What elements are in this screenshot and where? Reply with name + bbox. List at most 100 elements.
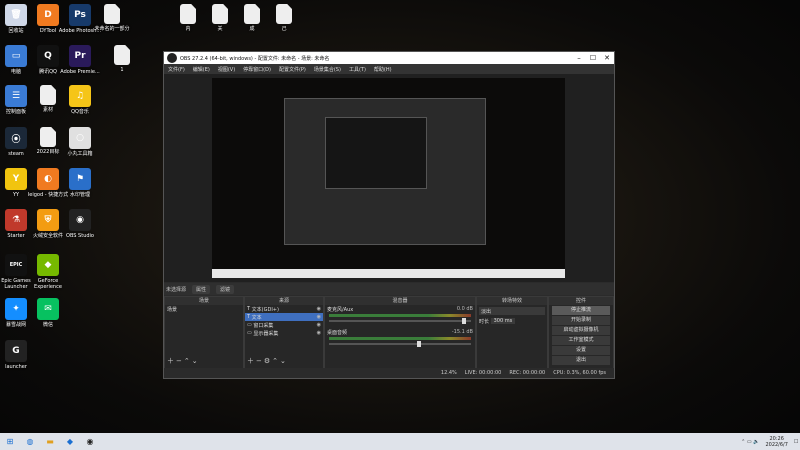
exit-button[interactable]: 退出 xyxy=(552,356,610,365)
mixer-title: 混音器 xyxy=(325,297,475,305)
preview-canvas xyxy=(212,78,565,278)
maximize-icon[interactable]: ☐ xyxy=(586,54,600,62)
app-icon: G xyxy=(5,340,27,362)
file-icon xyxy=(276,4,292,24)
scene-controls[interactable]: ＋−⌃⌄ xyxy=(167,356,200,366)
source-label: 显示器采集 xyxy=(253,330,279,337)
desktop-icon-label: 微信 xyxy=(42,322,53,328)
rec-time: REC: 00:00:00 xyxy=(509,370,546,376)
filters-button[interactable]: 滤镜 xyxy=(216,284,235,294)
text-icon: T xyxy=(247,314,251,320)
volume-icon[interactable]: 🔈 xyxy=(753,439,759,445)
minimize-icon[interactable]: – xyxy=(572,54,586,62)
scenes-title: 场景 xyxy=(165,297,243,305)
controls-dock: 控件 停止推流 开始录制 启动虚拟摄像机 工作室模式 设置 退出 xyxy=(548,296,614,369)
source-label: 文本(GDI+) xyxy=(251,306,279,313)
desktop-icon-label: 水印管理 xyxy=(69,192,90,198)
scene-item[interactable]: 场景 xyxy=(165,305,243,313)
virtual-camera-button[interactable]: 启动虚拟摄像机 xyxy=(552,326,610,335)
taskbar: ⊞ ◍ ▬ ◆ ◉ ⌃ ▭ 🔈 20:26 2022/6/7 ☐ xyxy=(0,433,800,450)
desktop-icon-label: QQ音乐 xyxy=(71,109,89,115)
file-icon xyxy=(180,4,196,24)
menu-tools[interactable]: 工具(T) xyxy=(345,66,370,73)
obs-logo-icon xyxy=(167,53,177,63)
no-source-label: 未选择源 xyxy=(166,286,187,293)
volume-slider[interactable] xyxy=(329,341,471,347)
start-icon[interactable]: ⊞ xyxy=(4,436,16,448)
source-item[interactable]: T 文本 ◉ xyxy=(245,313,323,321)
source-controls[interactable]: ＋−⚙⌃⌄ xyxy=(247,356,288,366)
desktop-icon[interactable]: ○ 小丸工具箱 xyxy=(56,127,104,157)
app-icon: ◉ xyxy=(69,209,91,231)
app-icon: ○ xyxy=(69,127,91,149)
start-recording-button[interactable]: 开始录制 xyxy=(552,316,610,325)
menu-help[interactable]: 帮助(H) xyxy=(370,66,396,73)
desktop-icon-label: 1 xyxy=(120,67,124,73)
desktop-icon[interactable]: ⚑ 水印管理 xyxy=(56,168,104,198)
app-icon: ◆ xyxy=(37,254,59,276)
menu-scene-collection[interactable]: 场景集合(S) xyxy=(310,66,345,73)
eye-icon[interactable]: ◉ xyxy=(317,306,321,312)
menu-edit[interactable]: 编辑(E) xyxy=(189,66,214,73)
obs-taskbar-icon[interactable]: ◉ xyxy=(84,436,96,448)
desktop-icon[interactable]: ✉ 微信 xyxy=(24,298,72,328)
clock[interactable]: 20:26 2022/6/7 xyxy=(765,436,787,448)
chevron-up-icon[interactable]: ⌃ xyxy=(741,439,745,445)
preview-area[interactable] xyxy=(164,74,614,282)
desktop-icon[interactable]: ◉ OBS Studio xyxy=(56,209,104,239)
volume-slider[interactable] xyxy=(329,318,471,324)
slider-knob[interactable] xyxy=(417,341,422,347)
channel-db: -15.1 dB xyxy=(451,329,473,335)
obs-window[interactable]: OBS 27.2.4 (64-bit, windows) - 配置文件: 未命名… xyxy=(163,51,615,379)
desktop-icon[interactable]: ♫ QQ音乐 xyxy=(56,85,104,115)
desktop-icon[interactable]: Pr Adobe Premie... xyxy=(56,45,104,75)
transitions-dock: 转场特效 淡出 时长 300 ms xyxy=(476,296,548,369)
app-icon: ✉ xyxy=(37,298,59,320)
app-icon xyxy=(40,85,56,105)
settings-button[interactable]: 设置 xyxy=(552,346,610,355)
source-item[interactable]: ▭ 显示器采集 ◉ xyxy=(245,329,323,337)
app-icon: Pr xyxy=(69,45,91,67)
source-item[interactable]: ▭ 窗口采集 ◉ xyxy=(245,321,323,329)
properties-button[interactable]: 属性 xyxy=(192,284,211,294)
app-icon[interactable]: ◆ xyxy=(64,436,76,448)
app-icon: ⚑ xyxy=(69,168,91,190)
desktop-icon[interactable]: Glauncher xyxy=(0,340,40,370)
menu-profile[interactable]: 配置文件(P) xyxy=(275,66,310,73)
stop-stream-button[interactable]: 停止推流 xyxy=(552,306,610,315)
menu-docks[interactable]: 停靠窗口(D) xyxy=(239,66,275,73)
desktop-icon-label: 小丸工具箱 xyxy=(67,151,93,157)
app-icon: ♫ xyxy=(69,85,91,107)
close-icon[interactable]: ✕ xyxy=(600,54,614,62)
source-item[interactable]: T 文本(GDI+) ◉ xyxy=(245,305,323,313)
menu-file[interactable]: 文件(F) xyxy=(164,66,189,73)
desktop-icon[interactable]: 己 xyxy=(260,4,308,32)
source-label: 文本 xyxy=(251,314,262,321)
mixer-channel-mic: 麦克风/Aux 0.0 dB xyxy=(325,305,475,324)
obs-titlebar[interactable]: OBS 27.2.4 (64-bit, windows) - 配置文件: 未命名… xyxy=(164,52,614,64)
menu-view[interactable]: 视图(V) xyxy=(214,66,239,73)
channel-name: 桌面音频 xyxy=(327,329,348,336)
duration-input[interactable]: 300 ms xyxy=(490,318,516,324)
channel-db: 0.0 dB xyxy=(456,306,473,312)
eye-icon[interactable]: ◉ xyxy=(317,330,321,336)
explorer-icon[interactable]: ▬ xyxy=(44,436,56,448)
desktop-icon[interactable]: 1 xyxy=(98,45,146,73)
eye-icon[interactable]: ◉ xyxy=(317,314,321,320)
studio-mode-button[interactable]: 工作室模式 xyxy=(552,336,610,345)
desktop-icon[interactable]: ◆ GeForce Experience xyxy=(24,254,72,290)
text-icon: T xyxy=(247,306,251,312)
edge-icon[interactable]: ◍ xyxy=(24,436,36,448)
mixer-dock: 混音器 麦克风/Aux 0.0 dB 桌面音频 -15.1 dB xyxy=(324,296,476,369)
cpu-fps: CPU: 0.3%, 60.00 fps xyxy=(553,370,606,376)
slider-knob[interactable] xyxy=(462,318,467,324)
desktop-icon-label: GeForce Experience xyxy=(34,278,62,290)
source-label: 窗口采集 xyxy=(253,322,274,329)
desktop-icon[interactable]: 未命名的一部分 xyxy=(88,4,136,32)
eye-icon[interactable]: ◉ xyxy=(317,322,321,328)
nested-obs-preview-inner xyxy=(325,117,427,189)
network-icon[interactable]: ▭ xyxy=(747,439,752,445)
transition-select[interactable]: 淡出 xyxy=(479,307,545,315)
notification-icon[interactable]: ☐ xyxy=(794,439,798,445)
desktop-icon-label: OBS Studio xyxy=(66,233,94,239)
